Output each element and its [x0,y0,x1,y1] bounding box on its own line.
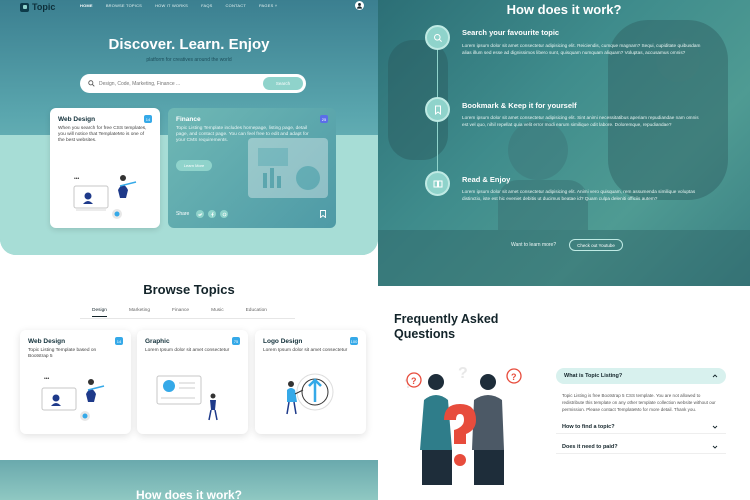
nav-faqs[interactable]: FAQS [201,3,212,8]
faq-question-open[interactable]: What is Topic Listing? [556,368,726,384]
svg-text:?: ? [511,372,517,382]
search-bar: Search [80,74,306,93]
user-icon[interactable] [355,1,364,10]
web-design-illustration: ••• [41,376,105,421]
browse-topics-title: Browse Topics [143,282,235,297]
step-2-title: Bookmark & Keep it for yourself [462,101,577,110]
nav-how-it-works[interactable]: HOW IT WORKS [155,3,188,8]
hero-section: Topic HOME BROWSE TOPICS HOW IT WORKS FA… [0,0,378,255]
svg-text:?: ? [411,376,417,386]
left-panel: Topic HOME BROWSE TOPICS HOW IT WORKS FA… [0,0,378,500]
card-text: Topic Listing Template based on Bootstra… [28,348,97,360]
tab-music[interactable]: Music [211,308,224,317]
right-panel: How does it work? Search your favourite … [378,0,750,500]
card-text: Topic Listing Template includes homepage… [176,126,309,144]
faq-answer: Topic Listing is free Bootstrap 5 CSS te… [562,393,716,413]
youtube-button[interactable]: Check out Youtube [569,239,623,251]
step-1-search-icon [425,25,450,50]
learn-more-text: Want to learn more? [511,242,557,248]
how-it-works-preview-title: How does it work? [135,488,242,500]
web-design-illustration: ••• [73,175,137,219]
faq-illustration: ? ? ? ? [404,365,522,485]
brand-name: Topic [32,2,56,12]
navbar: Topic HOME BROWSE TOPICS HOW IT WORKS FA… [0,0,378,14]
logo-design-illustration [286,373,334,415]
card-title: Web Design [28,338,66,345]
topic-card-web-design[interactable]: Web Design 14 Topic Listing Template bas… [20,330,131,434]
step-3-title: Read & Enjoy [462,175,511,184]
card-text: When you search for free CSS templates, … [58,126,147,144]
chevron-down-icon [712,425,718,429]
topic-card-graphic[interactable]: Graphic 75 Lorem Ipsum dolor sit amet co… [137,330,248,434]
learn-more-button[interactable]: Learn More [176,160,212,171]
nav-links: HOME BROWSE TOPICS HOW IT WORKS FAQS CON… [80,3,277,8]
faq-question-label: What is Topic Listing? [564,373,623,379]
twitter-icon[interactable] [196,210,205,218]
count-badge: 25 [320,115,328,123]
step-3-book-icon [425,171,450,196]
tab-finance[interactable]: Finance [172,308,189,317]
svg-text:•••: ••• [74,176,80,182]
faq-question-label: How to find a topic? [562,424,615,431]
facebook-icon[interactable] [208,210,217,218]
faq-question[interactable]: Does it need to paid? [556,442,726,454]
tabs-divider [80,318,295,319]
featured-card-web-design[interactable]: Web Design 14 When you search for free C… [50,108,160,228]
count-badge: 75 [232,337,240,345]
faq-accordion: What is Topic Listing? Topic Listing is … [556,368,726,454]
search-input[interactable] [99,80,259,87]
card-title: Graphic [145,338,170,345]
graphic-illustration [156,375,218,421]
svg-text:?: ? [458,365,468,382]
search-button[interactable]: Search [263,77,303,90]
search-icon [88,80,95,87]
step-1-text: Lorem ipsum dolor sit amet consectetur a… [462,43,701,56]
step-1-title: Search your favourite topic [462,28,560,37]
share-label: Share [176,211,190,217]
tab-marketing[interactable]: Marketing [129,308,150,317]
hero-subtitle: platform for creatives around the world [146,57,232,63]
nav-pages-dropdown[interactable]: PAGES ˅ [259,3,277,8]
svg-text:•••: ••• [44,376,50,382]
nav-browse-topics[interactable]: BROWSE TOPICS [106,3,142,8]
logo-icon [20,2,29,12]
how-it-works-title: How does it work? [506,2,622,17]
card-title: Finance [176,116,201,123]
how-it-works-section: How does it work? Search your favourite … [378,0,750,286]
count-badge: 100 [350,337,358,345]
count-badge: 14 [115,337,123,345]
featured-card-finance[interactable]: Finance 25 Topic Listing Template includ… [168,108,336,228]
faq-question[interactable]: How to find a topic? [556,422,726,434]
tab-design[interactable]: Design [92,308,107,317]
chevron-up-icon [712,374,718,378]
chevron-down-icon [712,445,718,449]
nav-contact[interactable]: CONTACT [226,3,246,8]
step-3-text: Lorem ipsum dolor sit amet consectetur a… [462,189,696,202]
pinterest-icon[interactable] [220,210,229,218]
topic-card-logo-design[interactable]: Logo Design 100 Lorem Ipsum dolor sit am… [255,330,366,434]
card-title: Web Design [58,116,96,123]
faq-title: Frequently Asked Questions [394,312,499,341]
brand-logo[interactable]: Topic [20,2,55,12]
count-badge: 14 [144,115,152,123]
card-text: Lorem Ipsum dolor sit amet consectetur [145,348,230,353]
hero-title: Discover. Learn. Enjoy [108,36,270,53]
topic-tabs: Design Marketing Finance Music Education [92,308,267,317]
step-2-bookmark-icon [425,97,450,122]
card-title: Logo Design [263,338,303,345]
share-row: Share [176,210,229,218]
tab-education[interactable]: Education [246,308,267,317]
step-2-text: Lorem ipsum dolor sit amet consectetur a… [462,115,699,128]
page: Topic HOME BROWSE TOPICS HOW IT WORKS FA… [0,0,750,500]
faq-question-label: Does it need to paid? [562,444,618,451]
nav-home[interactable]: HOME [80,3,93,8]
card-text: Lorem Ipsum dolor sit amet consectetur [263,348,348,353]
bookmark-icon[interactable] [320,210,326,218]
